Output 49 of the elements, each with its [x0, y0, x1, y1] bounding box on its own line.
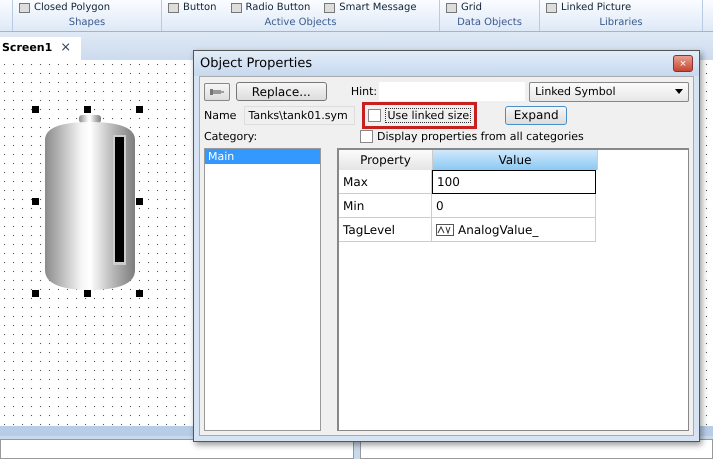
ribbon-item[interactable]: Linked Picture: [546, 1, 632, 14]
selection-handle[interactable]: [32, 198, 39, 205]
square-icon: [230, 2, 242, 12]
selection-handle[interactable]: [84, 290, 91, 297]
caret-icon: [675, 89, 684, 94]
dialog-title: Object Properties: [200, 56, 312, 71]
display-all-checkbox[interactable]: Display properties from all categories: [360, 130, 584, 142]
selection-handle[interactable]: [136, 106, 143, 113]
ribbon-item[interactable]: Radio Button: [230, 1, 310, 14]
selection-handle[interactable]: [32, 290, 39, 297]
group-label: Libraries: [599, 17, 643, 30]
pushpin-icon: [208, 86, 225, 96]
hint-field[interactable]: [379, 82, 526, 101]
replace-button[interactable]: Replace...: [236, 82, 327, 101]
group-label: Active Objects: [264, 17, 336, 30]
expand-button[interactable]: Expand: [505, 106, 568, 124]
value-cell[interactable]: 0: [432, 194, 596, 218]
group-label: Data Objects: [457, 17, 522, 30]
selection-handle[interactable]: [136, 198, 143, 205]
category-label: Category:: [204, 130, 258, 142]
group-label: Shapes: [68, 17, 106, 30]
name-field[interactable]: Tanks\tank01.sym: [244, 106, 356, 124]
column-header[interactable]: Property: [339, 150, 433, 170]
close-button[interactable]: ×: [60, 40, 72, 55]
ribbon-item[interactable]: Grid: [446, 1, 482, 14]
square-icon: [324, 2, 336, 12]
selection-handle[interactable]: [32, 106, 39, 113]
tag-icon: [436, 224, 454, 236]
square-icon: [446, 2, 457, 12]
square-icon: [168, 2, 179, 12]
hint-label: Hint:: [350, 85, 378, 98]
document-tab[interactable]: Screen1 ×: [0, 37, 82, 60]
selection-handle[interactable]: [136, 290, 143, 297]
pin-button[interactable]: [204, 82, 230, 100]
tank-drawing[interactable]: [45, 115, 135, 290]
value-cell[interactable]: AnalogValue_: [432, 218, 596, 242]
square-icon: [19, 2, 30, 12]
selection-handle[interactable]: [84, 106, 91, 113]
ribbon-item[interactable]: Closed Polygon: [19, 1, 110, 14]
property-cell: Max: [339, 170, 432, 194]
name-label: Name: [204, 108, 236, 122]
property-cell: Min: [339, 194, 432, 218]
square-icon: [546, 2, 557, 12]
ribbon-item[interactable]: Smart Message: [324, 1, 417, 14]
value-cell[interactable]: 100: [432, 170, 596, 194]
property-cell: TagLevel: [339, 218, 432, 242]
ribbon-item[interactable]: Button: [168, 1, 216, 14]
symbol-dropdown[interactable]: Linked Symbol: [529, 82, 690, 102]
column-header[interactable]: Value: [433, 150, 598, 170]
